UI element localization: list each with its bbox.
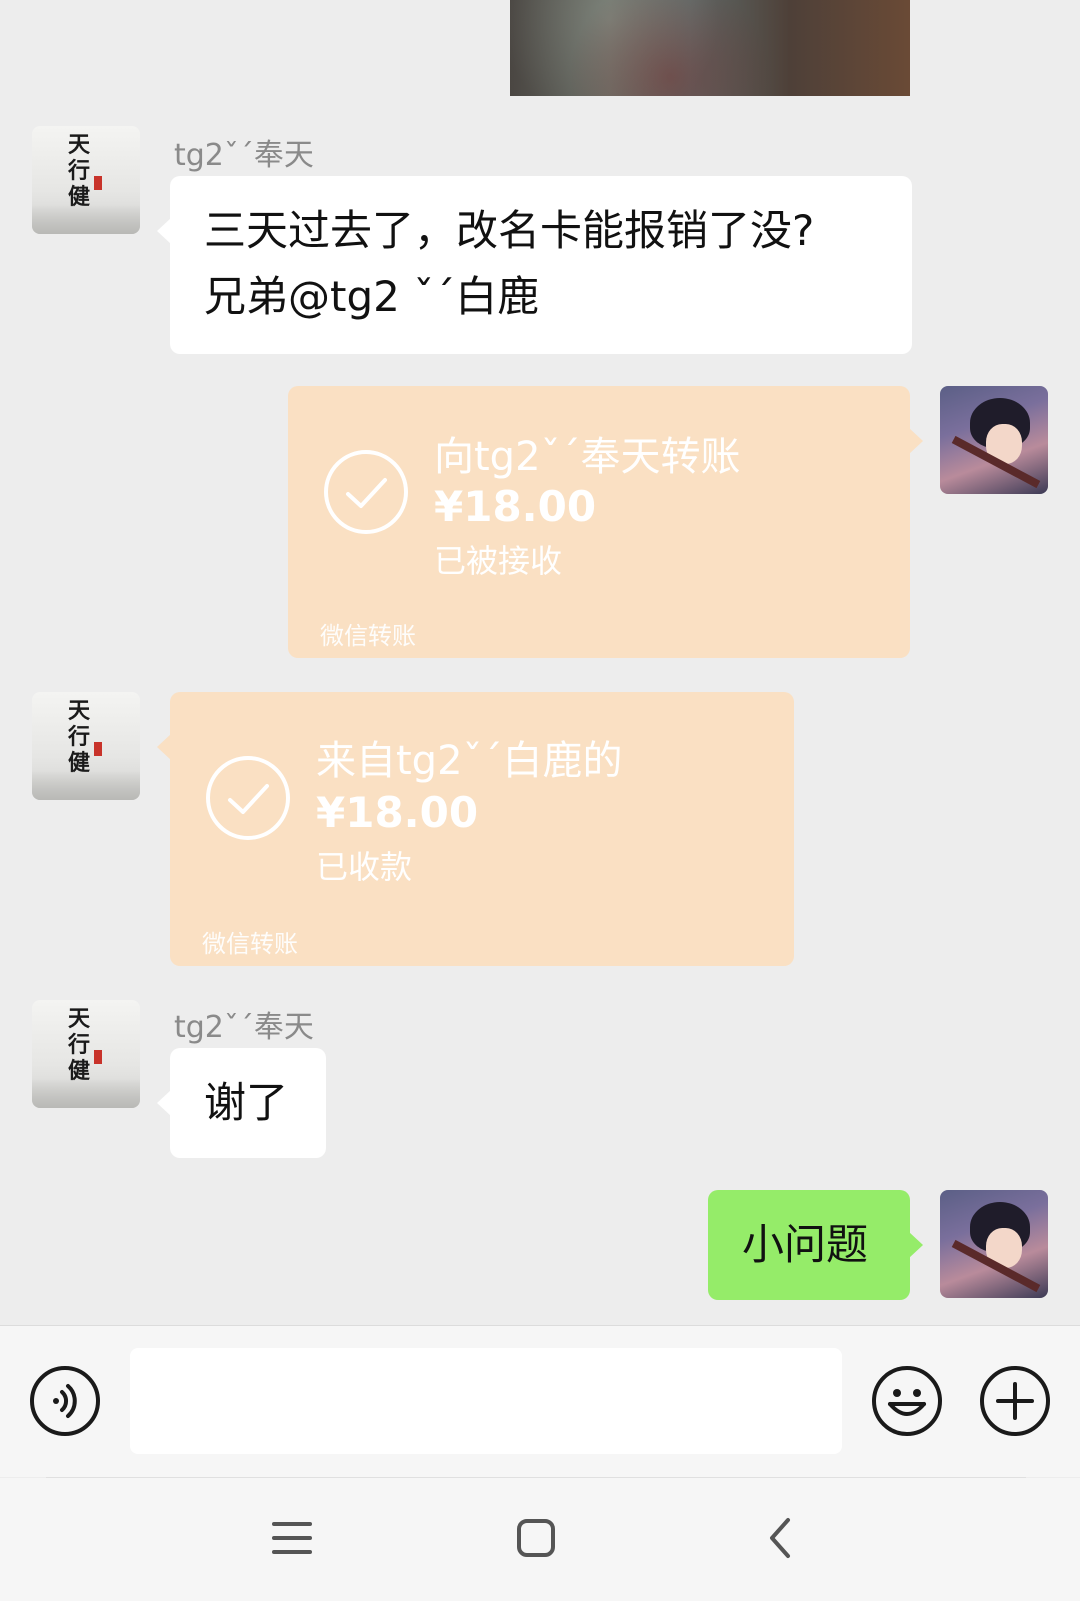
- check-circle-icon: [206, 756, 290, 840]
- incoming-text-bubble[interactable]: 三天过去了，改名卡能报销了没? 兄弟@tg2 ˇˊ白鹿: [157, 176, 912, 354]
- avatar-seal: [94, 1050, 102, 1064]
- message-composer: [0, 1325, 1080, 1477]
- avatar-calligraphy: 天行健: [68, 1006, 91, 1084]
- contact-avatar[interactable]: 天行健: [32, 126, 140, 234]
- message-line: 三天过去了，改名卡能报销了没?: [204, 206, 815, 255]
- menu-icon[interactable]: [262, 1508, 322, 1568]
- avatar-calligraphy: 天行健: [68, 698, 91, 776]
- emoji-icon[interactable]: [872, 1366, 942, 1436]
- sender-name: tg2ˇˊ奉天: [174, 1010, 314, 1045]
- avatar-landscape: [32, 1078, 140, 1108]
- my-avatar[interactable]: [940, 1190, 1048, 1298]
- avatar-calligraphy: 天行健: [68, 132, 91, 210]
- plus-icon[interactable]: [980, 1366, 1050, 1436]
- chat-history[interactable]: 天行健 tg2ˇˊ奉天 三天过去了，改名卡能报销了没? 兄弟@tg2 ˇˊ白鹿 …: [0, 0, 1080, 1325]
- avatar-seal: [94, 742, 102, 756]
- transfer-received-card[interactable]: 来自tg2ˇˊ白鹿的 ¥18.00 已收款 微信转账: [157, 692, 794, 966]
- contact-avatar[interactable]: 天行健: [32, 692, 140, 800]
- my-avatar[interactable]: [940, 386, 1048, 494]
- transfer-title: 向tg2ˇˊ奉天转账: [434, 434, 741, 480]
- transfer-amount: ¥18.00: [434, 482, 597, 531]
- transfer-status: 已被接收: [434, 542, 563, 580]
- sender-name: tg2ˇˊ奉天: [174, 138, 314, 173]
- transfer-amount: ¥18.00: [316, 788, 479, 837]
- home-icon[interactable]: [506, 1508, 566, 1568]
- system-navigation-bar: [0, 1478, 1080, 1601]
- message-input[interactable]: [130, 1348, 842, 1454]
- back-icon[interactable]: [750, 1508, 810, 1568]
- incoming-text-bubble[interactable]: 谢了: [157, 1048, 326, 1158]
- contact-avatar[interactable]: 天行健: [32, 1000, 140, 1108]
- outgoing-text-bubble[interactable]: 小问题: [708, 1190, 923, 1300]
- avatar-landscape: [32, 204, 140, 234]
- voice-icon[interactable]: [30, 1366, 100, 1436]
- check-circle-icon: [324, 450, 408, 534]
- transfer-status: 已收款: [316, 848, 413, 886]
- transfer-title: 来自tg2ˇˊ白鹿的: [316, 738, 623, 784]
- transfer-footer: 微信转账: [202, 930, 298, 958]
- message-line: 谢了: [204, 1078, 289, 1127]
- avatar-seal: [94, 176, 102, 190]
- transfer-footer: 微信转账: [320, 622, 416, 650]
- transfer-sent-card[interactable]: 向tg2ˇˊ奉天转账 ¥18.00 已被接收 微信转账: [288, 386, 923, 658]
- message-line: 兄弟@tg2 ˇˊ白鹿: [204, 272, 540, 321]
- shared-photo-fragment[interactable]: [510, 0, 910, 96]
- avatar-landscape: [32, 770, 140, 800]
- message-line: 小问题: [742, 1220, 869, 1269]
